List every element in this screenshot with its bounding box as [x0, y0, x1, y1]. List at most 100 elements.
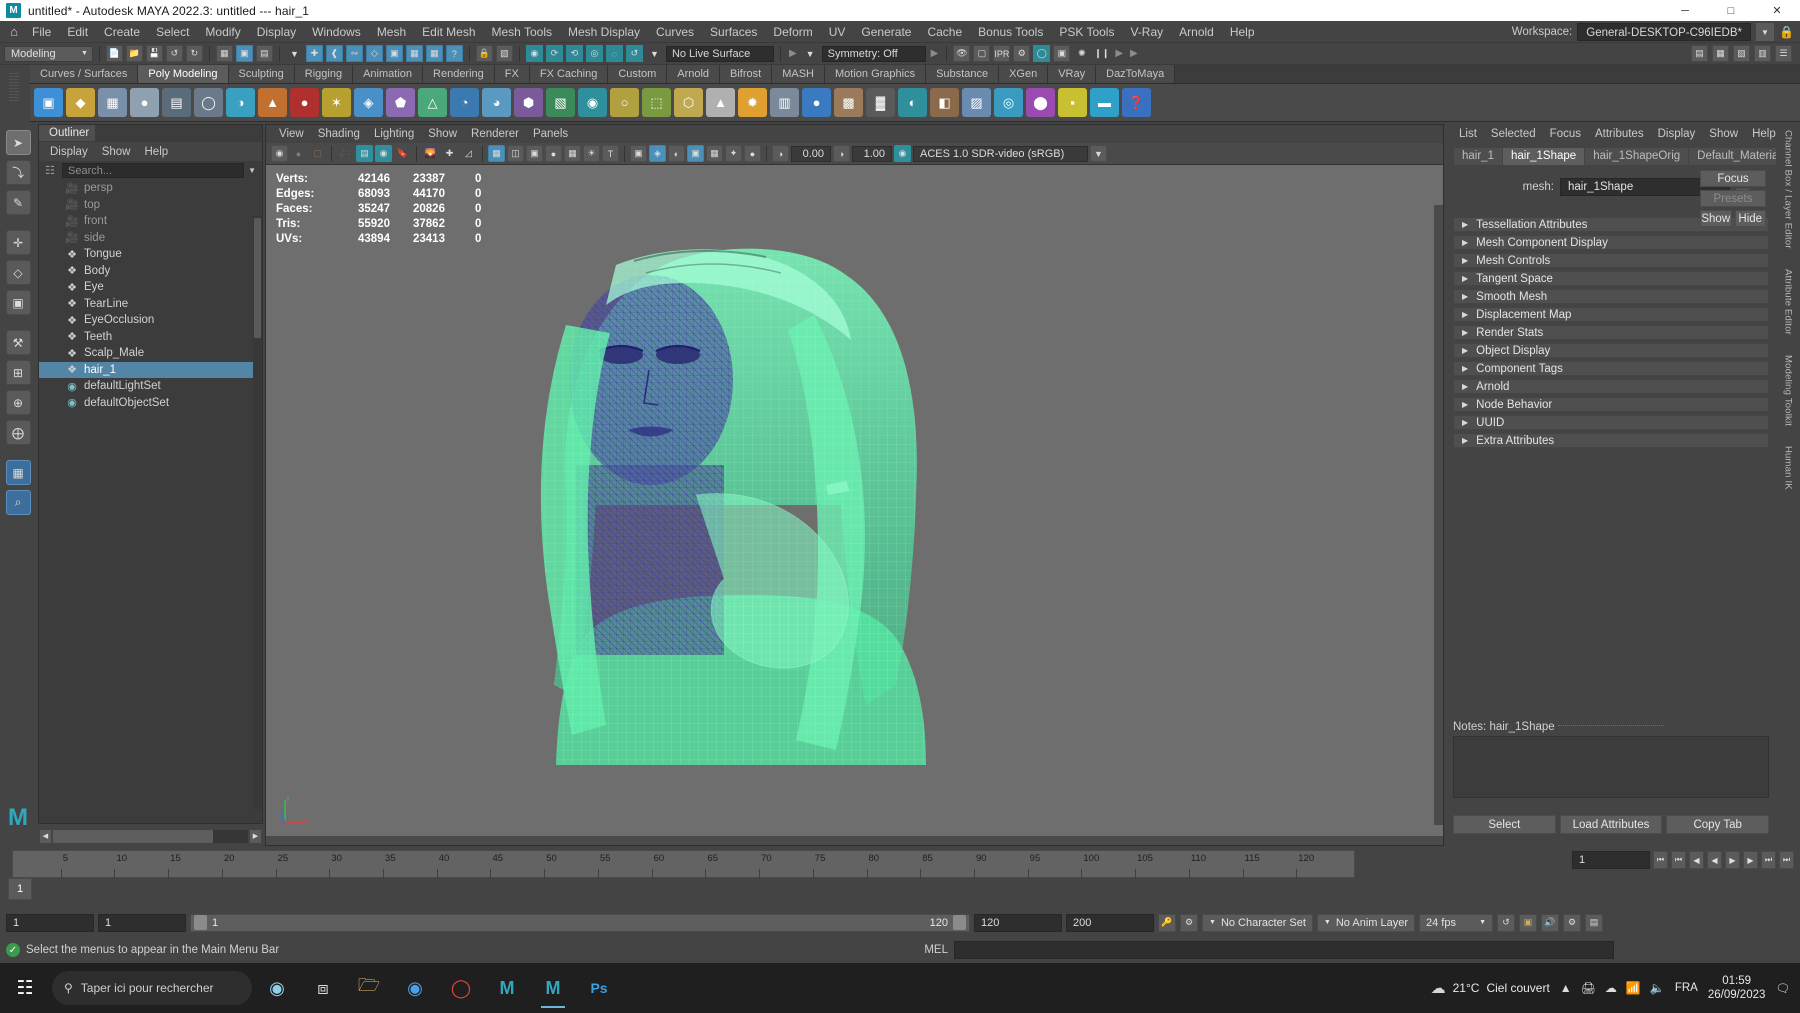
shelf-icon-6[interactable]: ◯ — [194, 88, 223, 117]
viewport-menu-lighting[interactable]: Lighting — [367, 126, 421, 142]
ae-section-displacement-map[interactable]: ▶ Displacement Map — [1453, 307, 1769, 322]
shelf-tab-fx-caching[interactable]: FX Caching — [529, 65, 609, 83]
right-tab-attribute-editor[interactable]: Attribute Editor — [1783, 267, 1794, 337]
right-tab-channel-box-layer-editor[interactable]: Channel Box / Layer Editor — [1783, 128, 1794, 251]
ae-tab-hair-1shapeorig[interactable]: hair_1ShapeOrig — [1585, 148, 1689, 165]
shelf-tab-bifrost[interactable]: Bifrost — [720, 65, 773, 83]
xray-text-icon[interactable]: T — [602, 145, 619, 162]
shelf-icon-21[interactable]: ⬡ — [674, 88, 703, 117]
playblast-icon[interactable]: ▣ — [1519, 913, 1538, 932]
select-by-object-type-button[interactable]: ▣ — [235, 45, 253, 62]
component-line-button[interactable]: ∾ — [345, 45, 363, 62]
timeline-tick-20[interactable]: 20 — [221, 851, 234, 879]
close-button[interactable]: ✕ — [1754, 0, 1800, 21]
outliner-item-teeth[interactable]: ❖ Teeth — [39, 329, 262, 346]
photoshop-icon[interactable]: Ps — [578, 966, 620, 1010]
current-frame-indicator[interactable]: 1 — [8, 878, 32, 900]
chevron-down-icon[interactable]: ▼ — [1090, 145, 1107, 162]
ae-menu-display[interactable]: Display — [1651, 126, 1703, 142]
shelf-icon-35[interactable]: ❓ — [1122, 88, 1151, 117]
range-end-field[interactable]: 120 — [974, 913, 1062, 932]
range-right-handle[interactable] — [953, 915, 966, 930]
render-settings-button[interactable]: ⚙ — [1013, 45, 1031, 62]
symmetry-field[interactable]: Symmetry: Off — [821, 45, 926, 62]
ae-menu-list[interactable]: List — [1452, 126, 1484, 142]
shelf-icon-16[interactable]: ⬢ — [514, 88, 543, 117]
maya-taskbar-icon-2[interactable]: M — [532, 966, 574, 1010]
go-to-end-button[interactable]: ⏭ — [1779, 851, 1794, 869]
shade-smooth-icon[interactable]: ● — [545, 145, 562, 162]
render-sequence-button[interactable]: ▢ — [973, 45, 991, 62]
shelf-icon-19[interactable]: ○ — [610, 88, 639, 117]
menu-item-deform[interactable]: Deform — [765, 22, 820, 42]
timeline-tick-105[interactable]: 105 — [1135, 851, 1153, 879]
timeline-tick-85[interactable]: 85 — [920, 851, 933, 879]
snap-grid-tool[interactable]: ⊞ — [5, 360, 31, 385]
menu-item-edit[interactable]: Edit — [59, 22, 96, 42]
texture-icon[interactable]: ▦ — [564, 145, 581, 162]
ae-tab-hair-1shape[interactable]: hair_1Shape — [1502, 148, 1585, 165]
shelf-tab-vray[interactable]: VRay — [1048, 65, 1097, 83]
shelf-icon-3[interactable]: ▦ — [98, 88, 127, 117]
ae-section-component-tags[interactable]: ▶ Component Tags — [1453, 361, 1769, 376]
shelf-tab-rigging[interactable]: Rigging — [294, 65, 354, 83]
shelf-icon-14[interactable]: ◔ — [450, 88, 479, 117]
select-by-component-button[interactable]: ▤ — [255, 45, 273, 62]
timeline-tick-55[interactable]: 55 — [597, 851, 610, 879]
timeline-tick-120[interactable]: 120 — [1296, 851, 1314, 879]
xray-active-comp-icon[interactable]: ▣ — [687, 145, 704, 162]
shelf-tab-daztomaya[interactable]: DazToMaya — [1096, 65, 1176, 83]
outliner-item-persp[interactable]: 🎥 persp — [39, 180, 262, 197]
shelf-icon-11[interactable]: ◈ — [354, 88, 383, 117]
scroll-thumb[interactable] — [53, 829, 213, 843]
toggle-channelbox-button[interactable]: ▤ — [1691, 45, 1708, 62]
shelf-tab-rendering[interactable]: Rendering — [423, 65, 495, 83]
viewport-horizontal-scrollbar[interactable] — [266, 836, 1443, 845]
save-scene-button[interactable]: 💾 — [145, 45, 163, 62]
timeline-tick-45[interactable]: 45 — [490, 851, 503, 879]
shelf-tab-animation[interactable]: Animation — [353, 65, 424, 83]
shelf-tab-arnold[interactable]: Arnold — [667, 65, 721, 83]
outliner-item-eyeocclusion[interactable]: ❖ EyeOcclusion — [39, 312, 262, 329]
timeline-tick-115[interactable]: 115 — [1242, 851, 1260, 879]
aa-toggle-icon[interactable]: ▦ — [706, 145, 723, 162]
select-tool[interactable]: ➤ — [5, 130, 31, 155]
component-misc-button[interactable]: ? — [445, 45, 463, 62]
menu-item-mesh[interactable]: Mesh — [369, 22, 414, 42]
new-scene-button[interactable]: 📄 — [105, 45, 123, 62]
undo-button[interactable]: ↺ — [165, 45, 183, 62]
expand-right-icon-2[interactable]: ▶ — [1113, 48, 1125, 59]
ae-section-arnold[interactable]: ▶ Arnold — [1453, 379, 1769, 394]
component-grid-button[interactable]: ▦ — [425, 45, 443, 62]
camera-attr-icon[interactable]: ◉ — [375, 145, 392, 162]
timeline-tick-95[interactable]: 95 — [1027, 851, 1040, 879]
playback-loop-icon[interactable]: ↺ — [1497, 913, 1516, 932]
graph-editor-icon[interactable]: ▤ — [1585, 913, 1604, 932]
search-icon[interactable]: ☷ — [42, 163, 58, 178]
chevron-down-icon[interactable]: ▼ — [646, 45, 663, 62]
viewport-menu-renderer[interactable]: Renderer — [464, 126, 526, 142]
viewport-menu-view[interactable]: View — [272, 126, 311, 142]
right-tab-human-ik[interactable]: Human IK — [1783, 444, 1794, 492]
outliner-item-eye[interactable]: ❖ Eye — [39, 279, 262, 296]
shelf-icon-22[interactable]: ▲ — [706, 88, 735, 117]
viewport-menu-panels[interactable]: Panels — [526, 126, 575, 142]
timeline-tick-50[interactable]: 50 — [544, 851, 557, 879]
cortana-icon[interactable]: ◉ — [256, 966, 298, 1010]
ipr-render-button[interactable]: IPR — [993, 45, 1011, 62]
menu-item-modify[interactable]: Modify — [197, 22, 248, 42]
exposure-value[interactable]: 0.00 — [791, 145, 831, 162]
ae-menu-focus[interactable]: Focus — [1543, 126, 1588, 142]
menuset-selector[interactable]: Modeling ▼ — [4, 45, 93, 62]
shelf-icon-25[interactable]: ● — [802, 88, 831, 117]
ae-menu-show[interactable]: Show — [1702, 126, 1745, 142]
scroll-left-icon[interactable]: ◀ — [40, 829, 51, 843]
shelf-icon-10[interactable]: ✶ — [322, 88, 351, 117]
highlight-selection-button[interactable]: ▧ — [495, 45, 513, 62]
component-face-button[interactable]: ◇ — [365, 45, 383, 62]
menu-item-create[interactable]: Create — [96, 22, 148, 42]
expand-left-icon[interactable]: ▶ — [787, 48, 799, 59]
toggle-layer-editor-button[interactable]: ▦ — [1712, 45, 1729, 62]
scroll-track[interactable] — [53, 829, 248, 843]
shelf-icon-31[interactable]: ◎ — [994, 88, 1023, 117]
